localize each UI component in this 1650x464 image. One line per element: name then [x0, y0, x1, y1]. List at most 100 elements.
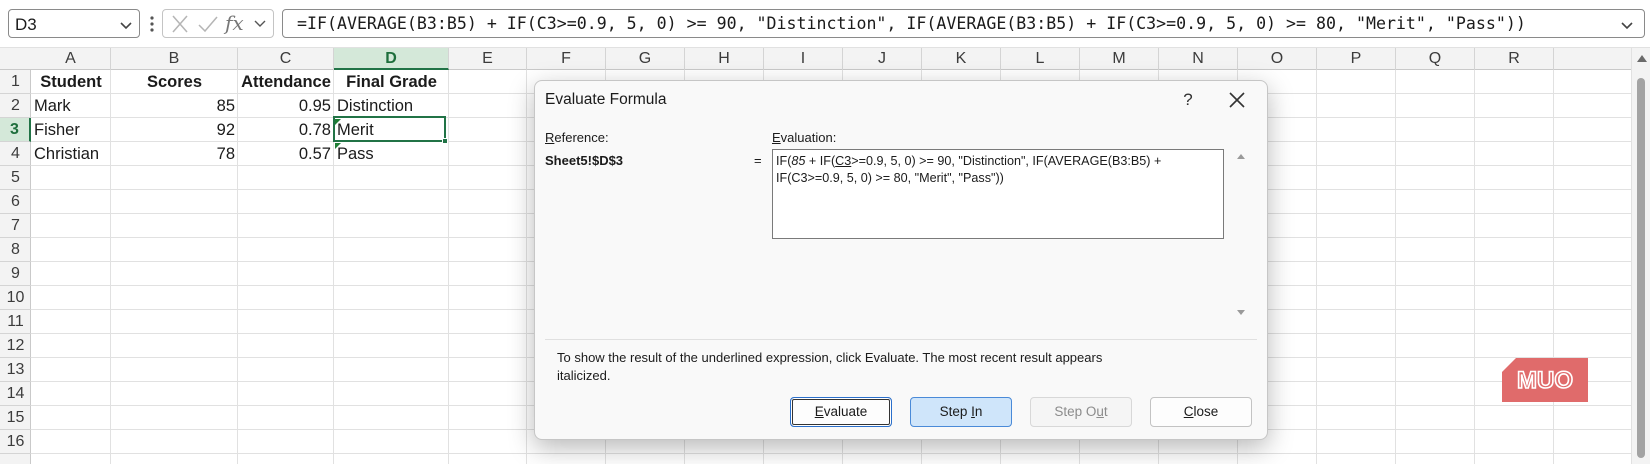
- column-header-a[interactable]: A: [31, 48, 111, 70]
- gridline: [1553, 70, 1554, 464]
- evaluate-formula-dialog: Evaluate Formula ? Reference: Sheet5!$D$…: [534, 80, 1268, 440]
- evaluation-scrollbar[interactable]: [1233, 149, 1249, 319]
- evaluate-button[interactable]: Evaluate: [790, 397, 892, 427]
- evaluation-text: IF(85 + IF(C3>=0.9, 5, 0) >= 90, "Distin…: [776, 154, 1162, 185]
- underlined-expression: C3: [835, 154, 852, 168]
- fill-handle[interactable]: [442, 138, 448, 144]
- formula-input[interactable]: =IF(AVERAGE(B3:B5) + IF(C3>=0.9, 5, 0) >…: [282, 9, 1645, 38]
- row-header-1[interactable]: 1: [0, 70, 31, 94]
- gridline: [31, 453, 1631, 454]
- column-header-d[interactable]: D: [334, 48, 449, 70]
- row-header-14[interactable]: 14: [0, 382, 31, 406]
- cancel-icon[interactable]: [169, 14, 191, 34]
- cell-b3[interactable]: 92: [111, 118, 238, 142]
- cell-b4[interactable]: 78: [111, 142, 238, 166]
- reference-label: Reference:: [545, 130, 609, 145]
- vertical-scrollbar[interactable]: [1631, 48, 1650, 464]
- row-headers: 1 2 3 4 5 6 7 8 9 10 11 12 13 14 15 16: [0, 70, 31, 464]
- hint-text: To show the result of the underlined exp…: [557, 350, 1103, 383]
- cell-d2[interactable]: Distinction: [334, 94, 449, 118]
- header-attendance[interactable]: Attendance: [238, 70, 334, 94]
- close-button[interactable]: Close: [1150, 397, 1252, 427]
- column-header-b[interactable]: B: [111, 48, 238, 70]
- column-header-h[interactable]: H: [685, 48, 764, 70]
- formula-text: =IF(AVERAGE(B3:B5) + IF(C3>=0.9, 5, 0) >…: [297, 14, 1526, 33]
- chevron-down-icon[interactable]: [1620, 18, 1634, 32]
- step-out-button[interactable]: Step Out: [1030, 397, 1132, 427]
- column-header-i[interactable]: I: [764, 48, 843, 70]
- dialog-title: Evaluate Formula: [545, 91, 667, 108]
- gridline: [1474, 70, 1475, 464]
- cell-b2[interactable]: 85: [111, 94, 238, 118]
- name-box-value: D3: [15, 15, 37, 34]
- cell-c3[interactable]: 0.78: [238, 118, 334, 142]
- evaluation-label: Evaluation:: [772, 130, 837, 145]
- help-icon[interactable]: ?: [1173, 85, 1203, 115]
- chevron-down-icon[interactable]: [119, 18, 133, 32]
- row-header-16[interactable]: 16: [0, 430, 31, 454]
- column-header-g[interactable]: G: [606, 48, 685, 70]
- check-icon[interactable]: [197, 14, 219, 34]
- row-header-3[interactable]: 3: [0, 118, 31, 142]
- chevron-down-icon[interactable]: [253, 16, 267, 30]
- reference-value: Sheet5!$D$3: [545, 153, 624, 168]
- column-header-n[interactable]: N: [1159, 48, 1238, 70]
- column-header-k[interactable]: K: [922, 48, 1001, 70]
- header-scores[interactable]: Scores: [111, 70, 238, 94]
- row-header-9[interactable]: 9: [0, 262, 31, 286]
- row-header-5[interactable]: 5: [0, 166, 31, 190]
- gridline: [1395, 70, 1396, 464]
- row-header-12[interactable]: 12: [0, 334, 31, 358]
- row-header-2[interactable]: 2: [0, 94, 31, 118]
- formula-bar-buttons: fx: [162, 9, 274, 38]
- column-header-p[interactable]: P: [1317, 48, 1396, 70]
- step-in-button[interactable]: Step In: [910, 397, 1012, 427]
- row-header-8[interactable]: 8: [0, 238, 31, 262]
- gridline: [526, 70, 527, 464]
- gridline: [1316, 70, 1317, 464]
- header-final-grade[interactable]: Final Grade: [334, 70, 449, 94]
- excel-window: D3 fx =IF(AVERAGE(B3:B5) + IF(C3>=0.9, 5…: [0, 0, 1650, 464]
- cell-d4[interactable]: Pass: [334, 142, 449, 166]
- muo-logo: MUO: [1502, 358, 1588, 402]
- row-header-7[interactable]: 7: [0, 214, 31, 238]
- evaluated-result: 85: [791, 154, 806, 168]
- equals-sign: =: [754, 153, 762, 168]
- evaluation-box[interactable]: IF(85 + IF(C3>=0.9, 5, 0) >= 90, "Distin…: [772, 149, 1224, 239]
- insert-function-icon[interactable]: fx: [225, 11, 249, 35]
- column-header-l[interactable]: L: [1001, 48, 1080, 70]
- dialog-divider: [545, 339, 1257, 340]
- column-header-j[interactable]: J: [843, 48, 922, 70]
- more-options-icon[interactable]: [146, 12, 158, 36]
- cell-a2[interactable]: Mark: [31, 94, 111, 118]
- column-header-m[interactable]: M: [1080, 48, 1159, 70]
- scroll-down-icon: [1237, 310, 1245, 315]
- formula-bar: D3 fx =IF(AVERAGE(B3:B5) + IF(C3>=0.9, 5…: [0, 0, 1650, 48]
- cell-c4[interactable]: 0.57: [238, 142, 334, 166]
- column-header-q[interactable]: Q: [1396, 48, 1475, 70]
- row-header-11[interactable]: 11: [0, 310, 31, 334]
- column-header-e[interactable]: E: [449, 48, 527, 70]
- close-icon[interactable]: [1219, 85, 1255, 115]
- muo-logo-text: MUO: [1517, 367, 1573, 394]
- error-indicator-icon[interactable]: [335, 143, 341, 149]
- row-header-4[interactable]: 4: [0, 142, 31, 166]
- name-box[interactable]: D3: [8, 9, 140, 38]
- scrollbar-thumb[interactable]: [1637, 78, 1645, 458]
- header-student[interactable]: Student: [31, 70, 111, 94]
- cell-a4[interactable]: Christian: [31, 142, 111, 166]
- column-headers: ABCDEFGHIJKLMNOPQR: [0, 48, 1650, 70]
- column-header-o[interactable]: O: [1238, 48, 1317, 70]
- column-header-r[interactable]: R: [1475, 48, 1554, 70]
- cell-c2[interactable]: 0.95: [238, 94, 334, 118]
- row-header-6[interactable]: 6: [0, 190, 31, 214]
- row-header-15[interactable]: 15: [0, 406, 31, 430]
- cell-a3[interactable]: Fisher: [31, 118, 111, 142]
- scroll-up-icon[interactable]: [1637, 54, 1647, 62]
- scroll-up-icon: [1237, 154, 1245, 159]
- active-cell-border: [333, 116, 446, 142]
- row-header-10[interactable]: 10: [0, 286, 31, 310]
- column-header-f[interactable]: F: [527, 48, 606, 70]
- row-header-13[interactable]: 13: [0, 358, 31, 382]
- column-header-c[interactable]: C: [238, 48, 334, 70]
